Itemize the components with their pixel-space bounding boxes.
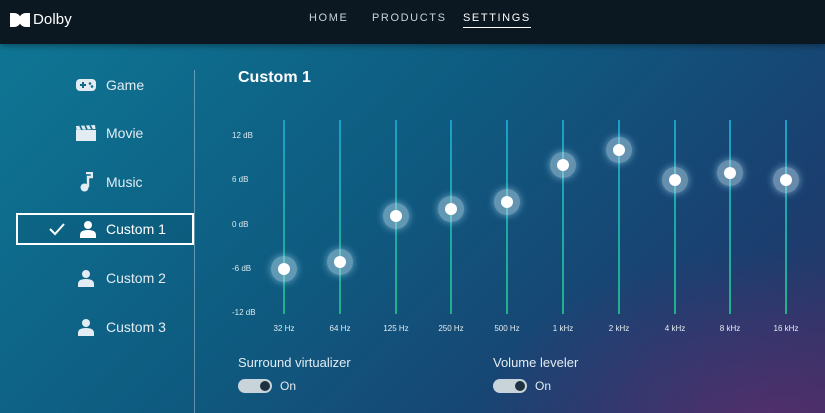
eq-frequency-label: 125 Hz [383, 324, 409, 333]
eq-frequency-label: 500 Hz [494, 324, 520, 333]
eq-frequency-label: 32 Hz [273, 324, 295, 333]
eq-track[interactable] [674, 120, 676, 314]
eq-slider-knob[interactable] [494, 189, 520, 215]
equalizer-bands: 32 Hz 64 Hz 125 Hz 250 Hz 500 Hz 1 kHz 2 kHz 4 … [0, 0, 825, 413]
volume-leveler-state: On [535, 379, 552, 393]
eq-track[interactable] [729, 120, 731, 314]
volume-leveler-toggle[interactable] [493, 379, 527, 393]
eq-frequency-label: 4 kHz [664, 324, 686, 333]
surround-virtualizer-state: On [280, 379, 297, 393]
surround-virtualizer-label: Surround virtualizer [238, 355, 351, 370]
eq-frequency-label: 1 kHz [552, 324, 574, 333]
eq-track[interactable] [283, 120, 285, 314]
eq-track[interactable] [785, 120, 787, 314]
eq-slider-knob[interactable] [271, 256, 297, 282]
eq-frequency-label: 64 Hz [329, 324, 351, 333]
eq-track[interactable] [506, 120, 508, 314]
eq-slider-knob[interactable] [662, 167, 688, 193]
eq-slider-knob[interactable] [327, 249, 353, 275]
eq-slider-knob[interactable] [773, 167, 799, 193]
eq-slider-knob[interactable] [717, 160, 743, 186]
eq-track[interactable] [562, 120, 564, 314]
eq-frequency-label: 8 kHz [719, 324, 741, 333]
eq-frequency-label: 250 Hz [438, 324, 464, 333]
toggle-thumb [515, 381, 525, 391]
eq-slider-knob[interactable] [438, 196, 464, 222]
toggle-thumb [260, 381, 270, 391]
eq-frequency-label: 16 kHz [773, 324, 799, 333]
eq-slider-knob[interactable] [383, 203, 409, 229]
eq-slider-knob[interactable] [606, 137, 632, 163]
eq-track[interactable] [339, 120, 341, 314]
eq-slider-knob[interactable] [550, 152, 576, 178]
eq-frequency-label: 2 kHz [608, 324, 630, 333]
volume-leveler-label: Volume leveler [493, 355, 579, 370]
surround-virtualizer-toggle[interactable] [238, 379, 272, 393]
